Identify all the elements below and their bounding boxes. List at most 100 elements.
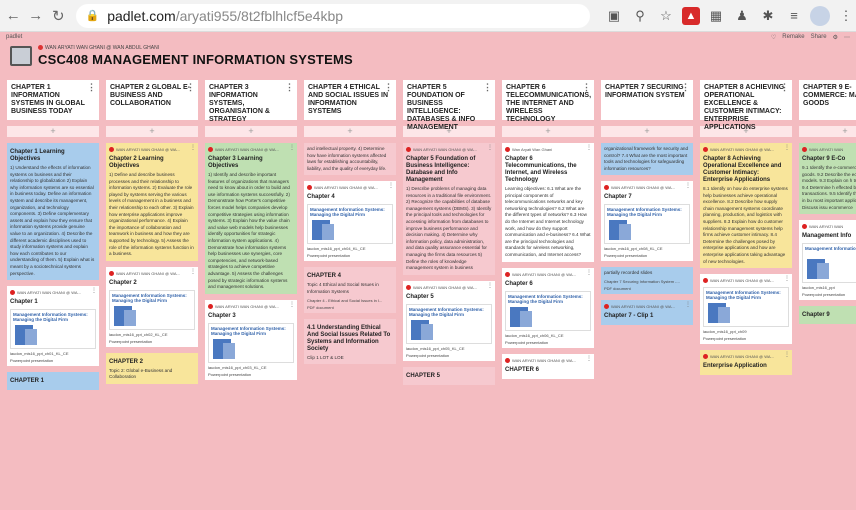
post-card[interactable]: WAN ARYATI WAN GHANI @ WA... ⋮ Chapter 2 L… [106, 143, 198, 261]
post-card[interactable]: organizational framework for security an… [601, 143, 693, 176]
section-header[interactable]: CHAPTER 5 FOUNDATION OF BUSINESS INTELLI… [403, 80, 495, 131]
chrome-menu-icon[interactable]: ⋮ [836, 6, 856, 26]
slide-thumbnail[interactable]: Management Information Systems: Managing… [307, 204, 393, 245]
post-menu-icon[interactable]: ⋮ [586, 270, 592, 277]
post-card[interactable]: WAN ARYATI WAN⋮Chapter 9 E-Co9.1 Identif… [799, 143, 856, 215]
post-card[interactable]: WAN ARYATI WAN GHANI @ WA... ⋮ CHAPTER 6 [502, 353, 594, 379]
section-menu-icon[interactable]: ⋮ [384, 83, 393, 92]
post-menu-icon[interactable]: ⋮ [487, 283, 493, 290]
add-post-button[interactable]: + [601, 126, 693, 137]
post-card[interactable]: CHAPTER 5 [403, 366, 495, 385]
post-card[interactable]: CHAPTER 4 Topic 4 Ethical and Social Issu… [304, 267, 396, 313]
section-menu-icon[interactable]: ⋮ [87, 83, 96, 92]
post-menu-icon[interactable]: ⋮ [190, 145, 196, 152]
reload-icon[interactable]: ↻ [49, 5, 68, 27]
post-menu-icon[interactable]: ⋮ [685, 183, 691, 190]
section-menu-icon[interactable]: ⋮ [285, 83, 294, 92]
post-card[interactable]: WAN ARYATI WAN GHANI @ WA... ⋮ Chapter 7 Ma… [601, 181, 693, 262]
slide-thumbnail[interactable]: Management Information Systems: Managing… [604, 204, 690, 245]
section-header[interactable]: CHAPTER 2 GLOBAL E-BUSINESS AND COLLABOR… [106, 80, 198, 120]
section-menu-icon[interactable]: ⋮ [483, 83, 492, 92]
section-header[interactable]: CHAPTER 7 SECURING INFORMATION SYSTEM ⋮ [601, 80, 693, 120]
post-card[interactable]: WAN ARYATI WAN GHANI @ WA... ⋮ Chapter 3 L… [205, 143, 297, 294]
post-menu-icon[interactable]: ⋮ [190, 269, 196, 276]
zoom-icon[interactable]: ⚲ [630, 6, 650, 26]
attachment-filename[interactable]: Chapter 7 Securing Information System -.… [604, 279, 690, 284]
post-menu-icon[interactable]: ⋮ [388, 183, 394, 190]
section-menu-icon[interactable]: ⋮ [582, 83, 591, 92]
back-icon[interactable]: ← [4, 5, 23, 27]
attachment-filename[interactable]: laudon_mis16_ppt_ch03_KL_CE [208, 365, 294, 370]
post-card[interactable]: Wan Aryati Wan Ghani ⋮ Chapter 6 Telecommu… [502, 143, 594, 262]
post-card[interactable]: WAN ARYATI WAN⋮Management InfoManagement… [799, 220, 856, 301]
address-bar[interactable]: 🔒 padlet.com/aryati955/8t2fblhlcf5e4kbp [75, 3, 590, 28]
add-post-button[interactable]: + [106, 126, 198, 137]
post-card[interactable]: Chapter 1 Learning Objectives 1) Understa… [7, 143, 99, 281]
post-menu-icon[interactable]: ⋮ [586, 356, 592, 363]
bookmark-star-icon[interactable]: ☆ [656, 6, 676, 26]
post-card[interactable]: WAN ARYATI WAN GHANI @ WA... ⋮ Management … [700, 274, 792, 345]
post-card[interactable]: Chapter 9 [799, 306, 856, 325]
post-card[interactable]: WAN ARYATI WAN GHANI @ WA... ⋮ Chapter 6 Ma… [502, 267, 594, 348]
post-card[interactable]: WAN ARYATI WAN GHANI @ WA... ⋮ Chapter 4 Ma… [304, 181, 396, 262]
slide-thumbnail[interactable]: Management Information Systems [802, 243, 856, 284]
attachment-filename[interactable]: laudon_mis16_ppt_ch02_KL_CE [109, 332, 195, 337]
post-card[interactable]: WAN ARYATI WAN GHANI @ WA... ⋮ Chapter 7 -… [601, 299, 693, 325]
attachment-filename[interactable]: laudon_mis16_ppt_ch04_KL_CE [307, 246, 393, 251]
section-header[interactable]: CHAPTER 3 INFORMATION SYSTEMS, ORGANISAT… [205, 80, 297, 123]
remake-button[interactable]: Remake [782, 34, 804, 41]
attachment-filename[interactable]: laudon_mis16_ppt_ch06_KL_CE [505, 333, 591, 338]
post-menu-icon[interactable]: ⋮ [784, 276, 790, 283]
section-menu-icon[interactable]: ⋮ [681, 83, 690, 92]
add-post-button[interactable]: + [304, 126, 396, 137]
post-card[interactable]: WAN ARYATI WAN GHANI @ WA... ⋮ Chapter 1 Ma… [7, 286, 99, 367]
add-post-button[interactable]: + [799, 126, 856, 137]
post-menu-icon[interactable]: ⋮ [289, 302, 295, 309]
post-menu-icon[interactable]: ⋮ [784, 352, 790, 359]
pdf-extension-icon[interactable]: ▲ [682, 6, 700, 25]
section-header[interactable]: CHAPTER 4 ETHICAL AND SOCIAL ISSUES IN I… [304, 80, 396, 120]
reading-list-icon[interactable]: ≡ [784, 6, 804, 26]
attachment-filename[interactable]: laudon_mis16_ppt [802, 285, 856, 290]
attachment-filename[interactable]: Chapter 4 - Ethical and Social Issues in… [307, 298, 393, 303]
person-extension-icon[interactable]: ♟ [732, 6, 752, 26]
grid-extension-icon[interactable]: ▦ [706, 6, 726, 26]
add-post-button[interactable]: + [502, 126, 594, 137]
post-card[interactable]: CHAPTER 1 [7, 372, 99, 391]
attachment-filename[interactable]: laudon_mis16_ppt_ch01_KL_CE [10, 351, 96, 356]
post-menu-icon[interactable]: ⋮ [685, 302, 691, 309]
settings-icon[interactable]: ⚙ [833, 34, 838, 41]
section-header[interactable]: CHAPTER 6 TELECOMMUNICATIONS, THE INTERN… [502, 80, 594, 123]
section-header[interactable]: CHAPTER 8 ACHIEVING OPERATIONAL EXCELLEN… [700, 80, 792, 131]
forward-icon[interactable]: → [27, 5, 46, 27]
post-card[interactable]: WAN ARYATI WAN GHANI @ WA... ⋮ Chapter 8 A… [700, 143, 792, 269]
post-card[interactable]: CHAPTER 2 Topic 2: Global e-Business and … [106, 352, 198, 384]
slide-thumbnail[interactable]: Management Information Systems: Managing… [406, 303, 492, 344]
add-post-button[interactable]: + [205, 126, 297, 137]
post-card[interactable]: and intellectual property. 4) Determine … [304, 143, 396, 176]
puzzle-extensions-icon[interactable]: ✱ [758, 6, 778, 26]
google-lens-icon[interactable]: ▣ [604, 6, 624, 26]
slide-thumbnail[interactable]: Management Information Systems: Managing… [505, 290, 591, 331]
section-menu-icon[interactable]: ⋮ [186, 83, 195, 92]
post-card[interactable]: WAN ARYATI WAN GHANI @ WA... ⋮ Chapter 3 Ma… [205, 299, 297, 380]
slide-thumbnail[interactable]: Management Information Systems: Managing… [703, 287, 789, 328]
section-menu-icon[interactable]: ⋮ [780, 83, 789, 92]
section-header[interactable]: CHAPTER 1 INFORMATION SYSTEMS IN GLOBAL … [7, 80, 99, 120]
add-post-button[interactable]: + [7, 126, 99, 137]
post-menu-icon[interactable]: ⋮ [784, 145, 790, 152]
post-card[interactable]: WAN ARYATI WAN GHANI @ WA... ⋮ Enterprise … [700, 350, 792, 376]
more-icon[interactable]: ⋯ [844, 34, 850, 41]
post-card[interactable]: WAN ARYATI WAN GHANI @ WA... ⋮ Chapter 5 F… [403, 143, 495, 275]
profile-avatar[interactable] [810, 5, 830, 26]
slide-thumbnail[interactable]: Management Information Systems: Managing… [109, 289, 195, 330]
heart-icon[interactable]: ♡ [771, 34, 776, 41]
post-card[interactable]: WAN ARYATI WAN GHANI @ WA... ⋮ Chapter 5 Ma… [403, 280, 495, 361]
slide-thumbnail[interactable]: Management Information Systems: Managing… [10, 309, 96, 350]
attachment-filename[interactable]: laudon_mis16_ppt_ch09 [703, 329, 789, 334]
padlet-brand[interactable]: padlet [6, 34, 22, 40]
slide-thumbnail[interactable]: Management Information Systems: Managing… [208, 322, 294, 363]
post-menu-icon[interactable]: ⋮ [91, 288, 97, 295]
share-button[interactable]: Share [811, 34, 827, 41]
post-card[interactable]: WAN ARYATI WAN GHANI @ WA... ⋮ Chapter 2 Ma… [106, 266, 198, 347]
